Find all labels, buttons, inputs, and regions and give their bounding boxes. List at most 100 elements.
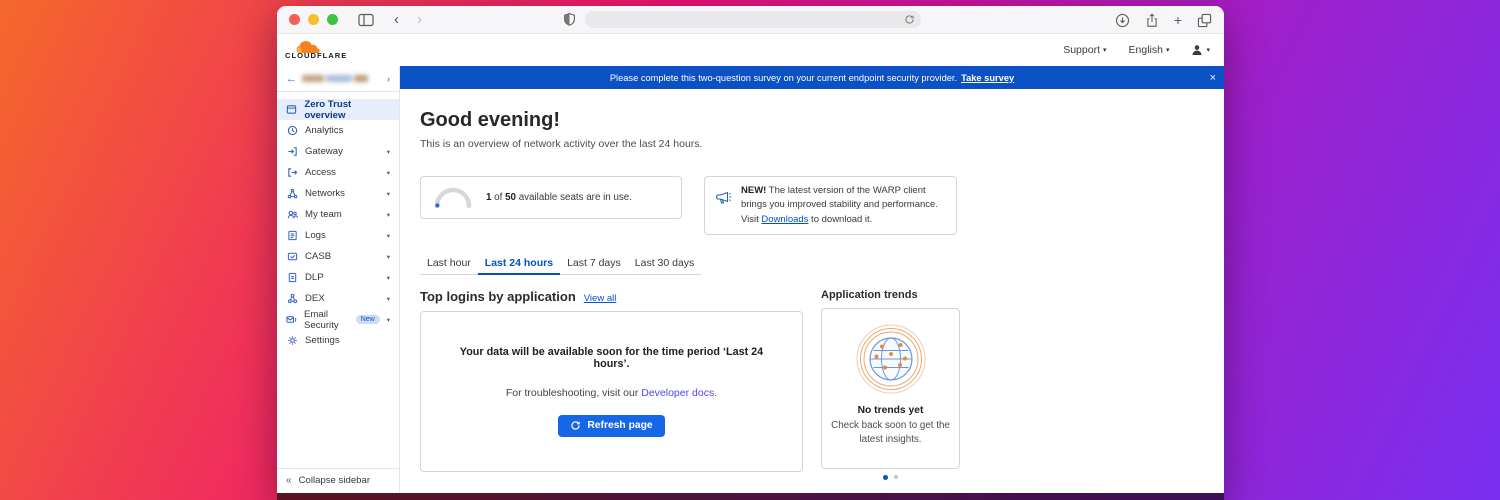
account-menu[interactable]: ▾ bbox=[1191, 44, 1210, 56]
tab-last-30-days[interactable]: Last 30 days bbox=[628, 252, 702, 274]
settings-gear-icon bbox=[286, 335, 298, 346]
chevron-down-icon: ▾ bbox=[1206, 46, 1210, 54]
tab-last-7-days[interactable]: Last 7 days bbox=[560, 252, 628, 274]
seats-gauge bbox=[433, 186, 473, 209]
dex-icon bbox=[286, 293, 298, 304]
sidebar-item-label: CASB bbox=[305, 251, 331, 262]
language-menu[interactable]: English ▾ bbox=[1129, 44, 1170, 56]
take-survey-link[interactable]: Take survey bbox=[961, 73, 1014, 83]
privacy-shield-icon[interactable] bbox=[563, 12, 576, 27]
gateway-icon bbox=[286, 146, 298, 157]
carousel-dot[interactable] bbox=[894, 475, 898, 479]
sidebar-item-label: Gateway bbox=[305, 146, 343, 157]
top-logins-heading-row: Top logins by application View all bbox=[420, 289, 803, 304]
view-all-link[interactable]: View all bbox=[584, 293, 617, 304]
sidebar-item-dlp[interactable]: DLP ▾ bbox=[277, 267, 399, 288]
sidebar-toggle-icon[interactable] bbox=[358, 13, 374, 27]
sidebar-item-label: Access bbox=[305, 167, 336, 178]
chevron-down-icon: ▾ bbox=[387, 274, 390, 282]
arrow-left-icon[interactable]: ← bbox=[286, 73, 297, 85]
collapse-sidebar-button[interactable]: « Collapse sidebar bbox=[277, 468, 399, 492]
chrome-right-controls: + bbox=[1115, 6, 1212, 34]
help-text-before: For troubleshooting, visit our bbox=[506, 387, 641, 399]
downloads-icon[interactable] bbox=[1115, 13, 1130, 28]
cloudflare-header: CLOUDFLARE Support ▾ English ▾ ▾ bbox=[277, 34, 1224, 66]
account-name-redacted bbox=[302, 75, 382, 82]
sidebar-item-analytics[interactable]: Analytics bbox=[277, 120, 399, 141]
refresh-page-button[interactable]: Refresh page bbox=[558, 415, 664, 437]
sidebar-item-label: Zero Trust overview bbox=[304, 99, 390, 121]
desktop-background: ‹ › bbox=[0, 0, 1500, 500]
sidebar-item-networks[interactable]: Networks ▾ bbox=[277, 183, 399, 204]
sidebar-item-dex[interactable]: DEX ▾ bbox=[277, 288, 399, 309]
browser-window: ‹ › bbox=[277, 6, 1224, 500]
sidebar-item-label: DLP bbox=[305, 272, 324, 283]
support-label: Support bbox=[1063, 44, 1100, 56]
zoom-window-button[interactable] bbox=[327, 14, 338, 25]
tab-last-hour[interactable]: Last hour bbox=[420, 252, 478, 274]
section-title: Application trends bbox=[821, 289, 960, 301]
overview-content: Good evening! This is an overview of net… bbox=[400, 89, 1224, 500]
new-badge: New bbox=[356, 315, 380, 324]
networks-icon bbox=[286, 188, 298, 199]
developer-docs-link[interactable]: Developer docs bbox=[641, 387, 714, 399]
dlp-icon bbox=[286, 272, 298, 283]
chevron-down-icon: ▾ bbox=[387, 295, 390, 303]
page-title: Good evening! bbox=[420, 109, 1224, 132]
collapse-label: Collapse sidebar bbox=[299, 475, 370, 486]
warp-card: NEW! The latest version of the WARP clie… bbox=[704, 176, 957, 235]
close-icon[interactable]: × bbox=[1210, 66, 1216, 89]
address-bar[interactable] bbox=[585, 11, 921, 28]
sidebar-item-settings[interactable]: Settings bbox=[277, 330, 399, 351]
downloads-link[interactable]: Downloads bbox=[761, 214, 808, 225]
seats-card: 1 of 50 available seats are in use. bbox=[420, 176, 682, 219]
seats-sep: of bbox=[491, 192, 505, 203]
analytics-icon bbox=[286, 125, 298, 136]
account-switcher[interactable]: ← › bbox=[277, 66, 399, 92]
reload-button[interactable] bbox=[904, 14, 915, 25]
tab-overview-icon[interactable] bbox=[1197, 13, 1212, 28]
forward-button[interactable]: › bbox=[413, 12, 426, 27]
time-range-tabs: Last hour Last 24 hours Last 7 days Last… bbox=[420, 252, 701, 275]
sidebar-item-casb[interactable]: CASB ▾ bbox=[277, 246, 399, 267]
warp-text: NEW! The latest version of the WARP clie… bbox=[741, 184, 946, 227]
sidebar-item-label: Analytics bbox=[305, 125, 343, 136]
sidebar-item-label: Logs bbox=[305, 230, 326, 241]
sidebar-item-logs[interactable]: Logs ▾ bbox=[277, 225, 399, 246]
survey-message: Please complete this two-question survey… bbox=[610, 73, 957, 83]
team-icon bbox=[286, 209, 298, 220]
chevron-down-icon: ▾ bbox=[387, 148, 390, 156]
warp-new-label: NEW! bbox=[741, 185, 766, 196]
access-icon bbox=[286, 167, 298, 178]
chevron-down-icon: ▾ bbox=[387, 232, 390, 240]
application-trends-card: No trends yet Check back soon to get the… bbox=[821, 308, 960, 469]
share-icon[interactable] bbox=[1145, 13, 1159, 28]
sidebar-item-zero-trust-overview[interactable]: Zero Trust overview bbox=[277, 99, 399, 120]
help-text-after: . bbox=[714, 387, 717, 399]
sidebar-item-label: My team bbox=[305, 209, 342, 220]
minimize-window-button[interactable] bbox=[308, 14, 319, 25]
support-menu[interactable]: Support ▾ bbox=[1063, 44, 1106, 56]
back-button[interactable]: ‹ bbox=[390, 12, 403, 27]
header-menu: Support ▾ English ▾ ▾ bbox=[1063, 44, 1210, 56]
chevron-down-icon: ▾ bbox=[387, 316, 390, 324]
sidebar-item-gateway[interactable]: Gateway ▾ bbox=[277, 141, 399, 162]
tab-last-24-hours[interactable]: Last 24 hours bbox=[478, 252, 560, 275]
sidebar-item-my-team[interactable]: My team ▾ bbox=[277, 204, 399, 225]
survey-banner: Please complete this two-question survey… bbox=[400, 66, 1224, 89]
close-window-button[interactable] bbox=[289, 14, 300, 25]
carousel-dot-active[interactable] bbox=[883, 475, 888, 480]
seats-text: 1 of 50 available seats are in use. bbox=[486, 192, 632, 203]
chevron-right-icon: › bbox=[387, 74, 390, 84]
empty-state-help: For troubleshooting, visit our Developer… bbox=[506, 387, 717, 399]
sidebar-item-email-security[interactable]: Email Security New ▾ bbox=[277, 309, 399, 330]
sidebar: ← › Zero Trust overview bbox=[277, 66, 400, 500]
charts-row: Top logins by application View all Your … bbox=[420, 289, 1224, 480]
sidebar-item-access[interactable]: Access ▾ bbox=[277, 162, 399, 183]
browser-chrome: ‹ › bbox=[277, 6, 1224, 34]
cloudflare-logo[interactable]: CLOUDFLARE bbox=[285, 40, 347, 60]
info-cards-row: 1 of 50 available seats are in use. NE bbox=[420, 176, 1224, 235]
trends-empty-title: No trends yet bbox=[858, 405, 924, 416]
megaphone-icon bbox=[715, 190, 732, 206]
new-tab-button[interactable]: + bbox=[1174, 13, 1182, 27]
